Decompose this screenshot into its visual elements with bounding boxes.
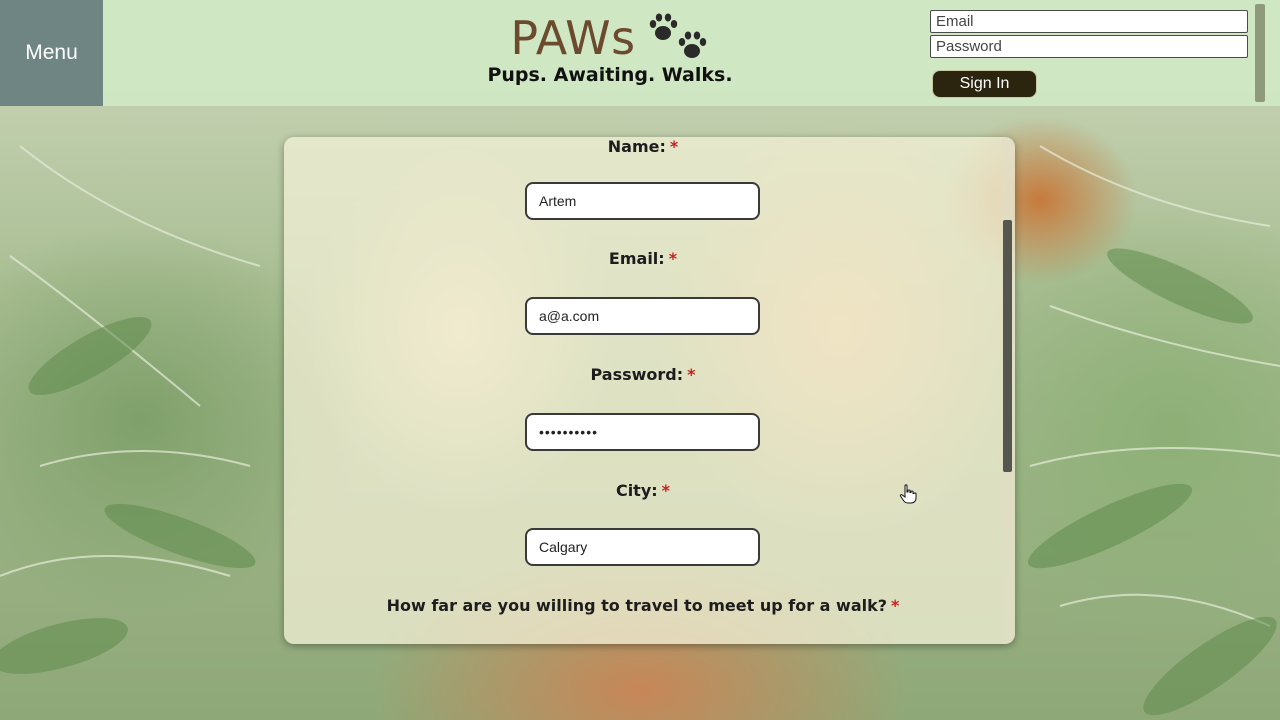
name-field[interactable] — [525, 182, 760, 220]
required-mark: * — [891, 596, 900, 615]
travel-distance-question: How far are you willing to travel to mee… — [284, 596, 1002, 615]
name-label-text: Name: — [607, 137, 666, 156]
name-label: Name: * — [284, 137, 1002, 156]
sign-in-form: Sign In — [930, 10, 1250, 98]
form-scrollbar-thumb[interactable] — [1003, 220, 1012, 472]
menu-label: Menu — [25, 41, 78, 64]
brand-logo: PAWs — [510, 10, 709, 66]
email-input[interactable] — [930, 10, 1248, 33]
header-scrollbar[interactable] — [1255, 4, 1265, 102]
sign-in-label: Sign In — [959, 75, 1010, 92]
city-field[interactable] — [525, 528, 760, 566]
required-mark: * — [669, 137, 679, 156]
brand-tagline: Pups. Awaiting. Walks. — [487, 64, 733, 86]
form-scrollbar[interactable] — [1002, 137, 1013, 644]
question-text: How far are you willing to travel to mee… — [386, 596, 888, 615]
email-label-text: Email: — [608, 249, 665, 268]
hand-pointer-icon — [899, 484, 917, 504]
email-label: Email: * — [284, 249, 1002, 268]
paw-prints-icon — [649, 13, 706, 58]
sign-in-button[interactable]: Sign In — [932, 70, 1037, 98]
password-label: Password: * — [284, 365, 1002, 384]
signup-form-panel: Name:* Email:* Password:* City:* How far… — [284, 137, 1015, 644]
page: Menu PAWs Pups. Awaiting. Walks. Email S… — [0, 0, 1280, 720]
brand: PAWs Pups. Awaiting. Walks. — [470, 10, 750, 100]
site-header: Menu PAWs Pups. Awaiting. Walks. Email S… — [0, 0, 1280, 106]
brand-title: PAWs — [510, 11, 636, 65]
password-label-text: Password: — [590, 365, 684, 384]
city-label: City: * — [284, 481, 1002, 500]
city-label-text: City: — [615, 481, 658, 500]
email-field[interactable] — [525, 297, 760, 335]
password-input[interactable] — [930, 35, 1248, 58]
required-mark: * — [668, 249, 678, 268]
menu-button[interactable]: Menu — [0, 0, 103, 106]
required-mark: * — [687, 365, 696, 384]
password-field[interactable] — [525, 413, 760, 451]
required-mark: * — [661, 481, 671, 500]
